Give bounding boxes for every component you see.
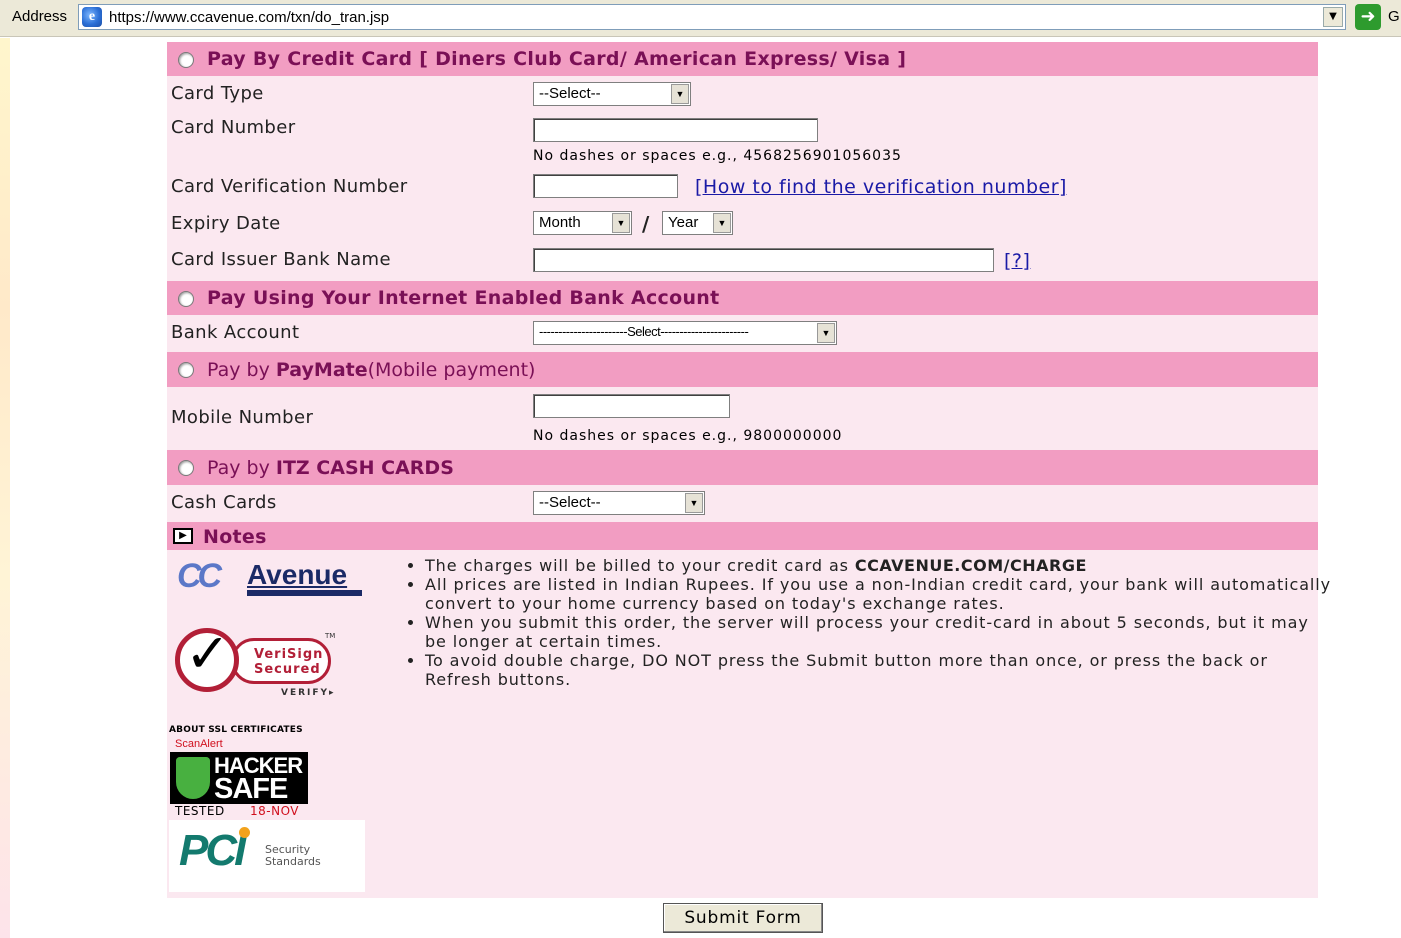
itz-brand: ITZ CASH CARDS xyxy=(275,457,454,479)
netbanking-header: Pay Using Your Internet Enabled Bank Acc… xyxy=(167,281,1318,315)
note-text: When you submit this order, the server w… xyxy=(425,613,1309,651)
credit-card-header: Pay By Credit Card [ Diners Club Card/ A… xyxy=(167,42,1318,76)
verisign-line2: Secured xyxy=(254,662,321,677)
pci-logo: PCI Security Standards xyxy=(169,820,365,892)
expiry-year-value: Year xyxy=(668,214,699,231)
cash-cards-label: Cash Cards xyxy=(171,492,277,513)
itz-header: Pay by ITZ CASH CARDS xyxy=(167,450,1318,485)
go-arrow-icon[interactable]: ➜ xyxy=(1355,4,1381,30)
mobile-number-hint: No dashes or spaces e.g., 9800000000 xyxy=(533,428,843,444)
itz-header-text: Pay by ITZ CASH CARDS xyxy=(207,457,454,479)
credit-card-radio[interactable] xyxy=(178,52,194,68)
address-label: Address xyxy=(12,8,68,25)
expiry-year-select[interactable]: Year ▼ xyxy=(662,211,733,235)
expiry-separator: / xyxy=(642,212,650,236)
netbanking-header-text: Pay Using Your Internet Enabled Bank Acc… xyxy=(207,287,720,309)
expiry-label: Expiry Date xyxy=(171,213,281,234)
note-item: The charges will be billed to your credi… xyxy=(425,556,1335,575)
note-text: To avoid double charge, DO NOT press the… xyxy=(425,651,1268,689)
ie-page-icon: e xyxy=(82,7,102,27)
cvv-help-link[interactable]: [How to find the verification number] xyxy=(695,176,1067,198)
netbanking-radio[interactable] xyxy=(178,291,194,307)
ccavenue-logo-bar xyxy=(247,590,362,596)
verisign-seal[interactable]: VeriSign Secured ✓ TM VERIFY▸ xyxy=(175,620,345,700)
hacker-safe-badge[interactable]: HACKER SAFE xyxy=(170,752,308,805)
chevron-down-icon: ▼ xyxy=(612,213,630,233)
card-type-select[interactable]: --Select-- ▼ xyxy=(533,82,691,106)
bank-account-value: -----------------------Select-----------… xyxy=(539,324,749,339)
card-number-hint: No dashes or spaces e.g., 45682569010560… xyxy=(533,148,902,164)
url-text: https://www.ccavenue.com/txn/do_tran.jsp xyxy=(109,9,390,26)
chevron-down-icon: ▼ xyxy=(817,323,835,343)
url-dropdown-icon[interactable]: ▼ xyxy=(1323,7,1343,27)
pci-logo-sub2: Standards xyxy=(265,855,321,868)
itz-radio[interactable] xyxy=(178,460,194,476)
notes-header-text: Notes xyxy=(203,526,267,548)
go-label[interactable]: G xyxy=(1388,8,1400,25)
hacker-safe-tested: TESTED xyxy=(175,804,225,818)
bank-account-select[interactable]: -----------------------Select-----------… xyxy=(533,321,837,345)
paymate-radio[interactable] xyxy=(178,362,194,378)
submit-form-button[interactable]: Submit Form xyxy=(663,903,823,933)
paymate-header: Pay by PayMate(Mobile payment) xyxy=(167,352,1318,387)
verisign-tm: TM xyxy=(325,632,336,640)
expiry-month-value: Month xyxy=(539,214,581,231)
itz-header-prefix: Pay by xyxy=(207,457,276,479)
paymate-header-prefix: Pay by xyxy=(207,359,276,381)
note-billing-descriptor: CCAVENUE.COM/CHARGE xyxy=(854,556,1087,575)
pci-logo-dot xyxy=(239,827,250,838)
cvv-label: Card Verification Number xyxy=(171,176,408,197)
chevron-down-icon: ▼ xyxy=(713,213,731,233)
pci-logo-subtitle: Security Standards xyxy=(265,844,321,868)
note-text: All prices are listed in Indian Rupees. … xyxy=(425,575,1331,613)
paymate-brand: PayMate xyxy=(275,359,368,381)
verisign-verify: VERIFY▸ xyxy=(281,688,336,698)
verisign-oval: VeriSign Secured xyxy=(231,638,331,684)
bank-account-label: Bank Account xyxy=(171,322,300,343)
card-type-label: Card Type xyxy=(171,83,264,104)
chevron-down-icon: ▼ xyxy=(685,493,703,513)
note-item: When you submit this order, the server w… xyxy=(425,613,1335,651)
browser-address-bar: Address e https://www.ccavenue.com/txn/d… xyxy=(0,0,1401,37)
ccavenue-logo: CC Avenue xyxy=(177,557,367,597)
issuer-help-link[interactable]: [?] xyxy=(1004,250,1030,272)
url-field[interactable]: e https://www.ccavenue.com/txn/do_tran.j… xyxy=(78,4,1346,30)
cash-cards-value: --Select-- xyxy=(539,494,601,511)
paymate-header-text: Pay by PayMate(Mobile payment) xyxy=(207,359,535,381)
ccavenue-logo-text: Avenue xyxy=(247,559,348,590)
paymate-header-suffix: (Mobile payment) xyxy=(367,359,536,381)
cash-cards-select[interactable]: --Select-- ▼ xyxy=(533,491,705,515)
cvv-input[interactable] xyxy=(533,174,678,198)
card-number-input[interactable] xyxy=(533,118,818,142)
ccavenue-logo-cc: CC xyxy=(177,557,222,595)
shield-icon xyxy=(176,757,210,799)
pci-logo-text: PCI xyxy=(179,826,246,875)
card-type-value: --Select-- xyxy=(539,85,601,102)
card-number-label: Card Number xyxy=(171,117,296,138)
chevron-down-icon: ▼ xyxy=(671,84,689,104)
mobile-number-input[interactable] xyxy=(533,394,730,418)
scanalert-label: ScanAlert xyxy=(175,738,223,750)
mobile-number-label: Mobile Number xyxy=(171,407,314,428)
hacker-safe-line2: SAFE xyxy=(214,773,288,805)
expand-arrow-icon[interactable]: ▶ xyxy=(173,528,193,544)
note-item: To avoid double charge, DO NOT press the… xyxy=(425,651,1335,689)
expiry-month-select[interactable]: Month ▼ xyxy=(533,211,632,235)
notes-header: ▶ Notes xyxy=(167,522,1318,550)
ssl-certificates-link[interactable]: ABOUT SSL CERTIFICATES xyxy=(169,725,303,735)
issuer-bank-input[interactable] xyxy=(533,248,994,272)
note-item: All prices are listed in Indian Rupees. … xyxy=(425,575,1335,613)
verisign-line1: VeriSign xyxy=(254,647,324,662)
note-text: The charges will be billed to your credi… xyxy=(425,556,855,575)
page-background-strip xyxy=(0,38,10,938)
payment-form-panel: Pay By Credit Card [ Diners Club Card/ A… xyxy=(167,42,1330,898)
issuer-bank-label: Card Issuer Bank Name xyxy=(171,249,391,270)
hacker-safe-date: 18-NOV xyxy=(250,804,300,818)
notes-list: The charges will be billed to your credi… xyxy=(397,556,1335,689)
checkmark-icon: ✓ xyxy=(185,622,231,685)
credit-card-header-text: Pay By Credit Card [ Diners Club Card/ A… xyxy=(207,48,907,70)
